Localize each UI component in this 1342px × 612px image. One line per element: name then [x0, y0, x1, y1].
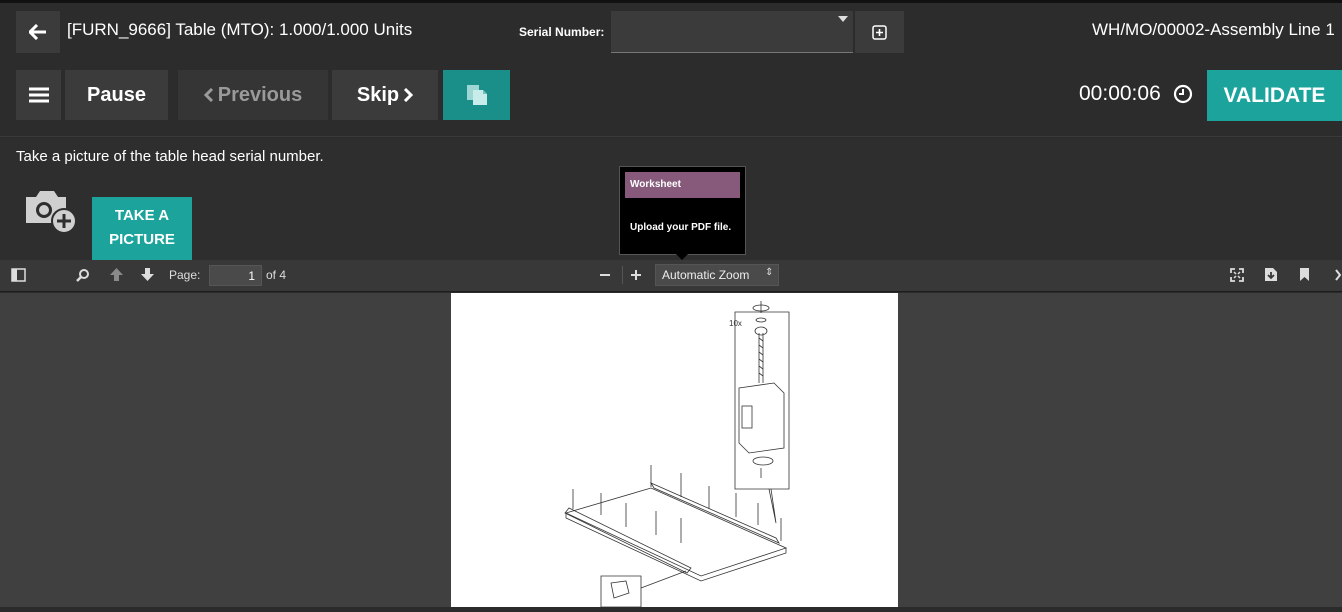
plus-square-icon — [872, 24, 887, 40]
toolbar-separator — [622, 266, 623, 284]
fullscreen-icon[interactable] — [1230, 268, 1244, 282]
search-icon[interactable] — [76, 268, 90, 282]
page-label: Page: — [169, 268, 201, 282]
back-button[interactable] — [16, 11, 60, 53]
chevron-updown-icon: ⇕ — [765, 267, 774, 278]
plus-icon[interactable] — [630, 269, 642, 281]
arrow-down-icon[interactable] — [140, 267, 155, 282]
document-copy-icon — [466, 85, 487, 105]
timer: 00:00:06 — [1079, 82, 1161, 105]
bookmark-icon[interactable] — [1299, 267, 1310, 282]
pdf-page: 10x — [451, 293, 898, 608]
assembly-drawing: 10x — [564, 301, 790, 608]
manufacturing-order-reference: WH/MO/00002-Assembly Line 1 — [1092, 20, 1335, 39]
camera-plus-icon[interactable] — [22, 183, 80, 235]
tooltip-title: Worksheet — [625, 172, 740, 198]
chevron-left-icon — [203, 88, 213, 102]
svg-text:10x: 10x — [729, 319, 742, 328]
more-tools-icon[interactable] — [1334, 268, 1342, 282]
take-picture-button[interactable]: TAKE A PICTURE — [92, 197, 192, 260]
menu-button[interactable] — [16, 70, 61, 120]
clock-icon — [1173, 84, 1193, 104]
tooltip-body: Upload your PDF file. — [630, 222, 732, 233]
instruction-text: Take a picture of the table head serial … — [16, 148, 324, 165]
arrow-left-icon — [29, 24, 46, 40]
hamburger-icon — [28, 87, 49, 103]
arrow-up-icon[interactable] — [109, 267, 124, 282]
take-picture-line2: PICTURE — [109, 231, 175, 248]
serial-number-select[interactable] — [611, 11, 853, 53]
previous-label: Previous — [217, 83, 303, 106]
page-count: of 4 — [266, 268, 287, 282]
chevron-down-icon[interactable] — [838, 16, 848, 22]
minus-icon[interactable] — [599, 269, 611, 281]
zoom-select[interactable]: Automatic Zoom — [655, 264, 779, 286]
page-number-input[interactable] — [209, 265, 262, 286]
download-icon[interactable] — [1264, 267, 1278, 282]
skip-button[interactable]: Skip — [332, 70, 438, 120]
add-serial-button[interactable] — [855, 11, 904, 53]
take-picture-line1: TAKE A — [114, 207, 170, 224]
page-title: [FURN_9666] Table (MTO): 1.000/1.000 Uni… — [67, 20, 413, 39]
sidebar-toggle-icon[interactable] — [11, 268, 26, 282]
pause-button[interactable]: Pause — [65, 70, 168, 120]
serial-number-label: Serial Number: — [519, 25, 605, 39]
validate-button[interactable]: VALIDATE — [1207, 70, 1342, 121]
skip-label: Skip — [356, 83, 400, 106]
previous-button[interactable]: Previous — [178, 70, 328, 120]
chevron-right-icon — [404, 88, 414, 102]
worksheet-button[interactable] — [443, 70, 510, 120]
